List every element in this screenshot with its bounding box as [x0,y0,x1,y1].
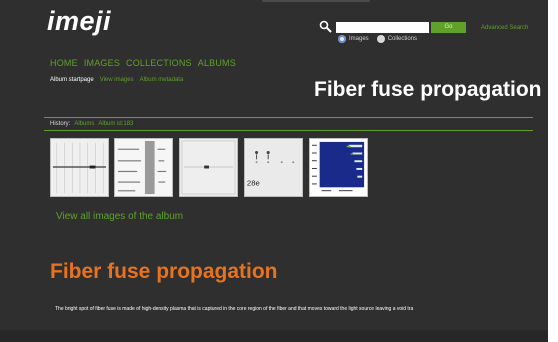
album-description: The bright spot of fiber fuse is made of… [55,306,414,312]
divider-bottom [44,130,533,131]
footer-bar [0,330,548,342]
search-input[interactable] [336,22,429,33]
main-nav: HOME IMAGES COLLECTIONS ALBUMS [50,58,236,68]
thumbnail-2[interactable] [114,138,173,197]
breadcrumb-albums[interactable]: Albums [74,121,94,127]
nav-images[interactable]: IMAGES [84,58,120,68]
album-sub-nav: Album startpage View images Album metada… [50,77,183,83]
thumbnail-4-caption: 28e [247,178,260,187]
nav-home[interactable]: HOME [50,58,78,68]
app-window: imeji Go Advanced Search Images Collecti… [0,0,548,342]
go-button[interactable]: Go [431,22,466,33]
view-all-images-link[interactable]: View all images of the album [56,211,183,222]
imeji-logo[interactable]: imeji [47,6,111,37]
thumbnail-4[interactable]: 28e [244,138,303,197]
page-title: Fiber fuse propagation [314,78,542,101]
window-edge [548,0,558,342]
advanced-search-link[interactable]: Advanced Search [481,25,528,31]
radio-images-label: Images [349,36,369,42]
thumbnail-1[interactable] [50,138,109,197]
subnav-album-metadata[interactable]: Album metadata [140,77,184,83]
subnav-view-images[interactable]: View images [100,77,134,83]
breadcrumb-album-id[interactable]: Album id:183 [98,121,133,127]
radio-collections-label: Collections [387,36,418,42]
nav-albums[interactable]: ALBUMS [198,58,236,68]
nav-collections[interactable]: COLLECTIONS [126,58,192,68]
subnav-album-startpage[interactable]: Album startpage [50,77,94,83]
history-label: History: [50,121,71,127]
radio-collections[interactable] [376,35,385,43]
search-icon [319,20,332,33]
album-title: Fiber fuse propagation [50,260,278,283]
breadcrumb: History: Albums Album id:183 [50,121,133,127]
radio-images[interactable] [338,35,346,43]
top-accent-bar [262,0,370,2]
thumbnail-5[interactable] [309,138,368,197]
search-scope-options: Images Collections [338,35,425,43]
thumbnail-3[interactable] [179,138,238,197]
divider-top [44,117,533,118]
